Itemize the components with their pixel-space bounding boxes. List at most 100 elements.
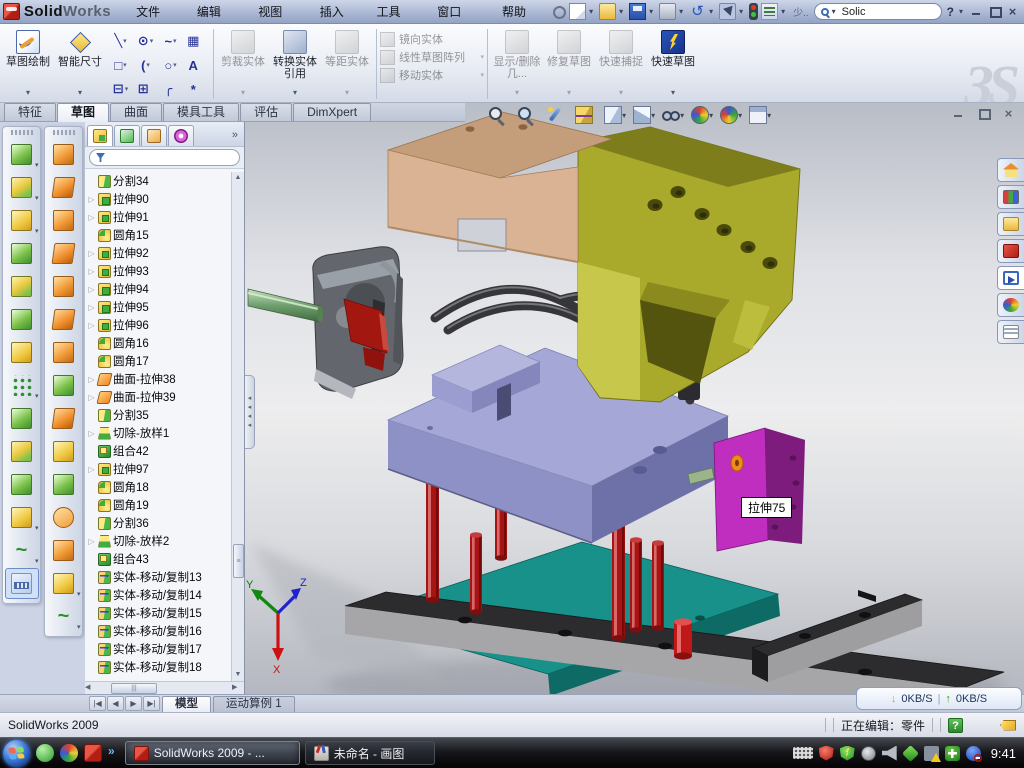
scroll-down-icon[interactable]: ▼ xyxy=(235,669,242,681)
tree-item[interactable]: 实体-移动/复制17 xyxy=(87,640,244,658)
toolbar-grip[interactable] xyxy=(53,130,75,135)
ribbon-button[interactable]: 转换实体引用 ▾ xyxy=(269,27,321,97)
command-tab[interactable]: 模具工具 xyxy=(163,103,239,121)
expand-arrow-icon[interactable] xyxy=(87,195,96,204)
curve-3d-icon[interactable]: ▾ xyxy=(47,601,81,632)
toolbox-icon[interactable] xyxy=(997,239,1024,263)
move-copy-body-icon[interactable]: ▾ xyxy=(5,469,39,500)
model-3d-view[interactable]: X Y Z xyxy=(245,103,1024,694)
messenger-busy-icon[interactable] xyxy=(966,746,981,761)
ribbon-button[interactable]: 智能尺寸 ▾ xyxy=(54,27,106,97)
ribbon-button[interactable]: 修复草图 ▾ xyxy=(543,27,595,97)
menu-item[interactable]: 文件(F) xyxy=(125,0,186,24)
clamp-bracket-olive[interactable] xyxy=(578,127,800,402)
parting-line-icon[interactable]: ▾ xyxy=(47,139,81,170)
expand-arrow-icon[interactable] xyxy=(87,429,96,438)
measure-icon[interactable]: ▾ xyxy=(5,568,39,599)
next-tab-button[interactable]: ▶ xyxy=(125,696,142,711)
menu-item[interactable]: 视图(V) xyxy=(247,0,308,24)
ribbon-row-button[interactable]: 镜向实体 ▾ xyxy=(380,31,484,47)
command-tab[interactable]: 特征 xyxy=(4,103,56,121)
menu-item[interactable]: 编辑(E) xyxy=(186,0,247,24)
scroll-left-icon[interactable]: ◀ xyxy=(85,682,97,694)
replace-face-icon[interactable]: ▾ xyxy=(47,535,81,566)
quick-tips-badge[interactable]: ? xyxy=(948,718,963,733)
search-input[interactable]: Solic xyxy=(842,6,866,18)
menu-item[interactable]: 帮助(H) xyxy=(491,0,553,24)
tree-item[interactable]: 拉伸93 xyxy=(87,262,244,280)
quick-launch-chevron[interactable]: » xyxy=(108,744,115,758)
expand-arrow-icon[interactable] xyxy=(87,303,96,312)
taskbar-task-button[interactable]: 未命名 - 画图 xyxy=(305,741,435,765)
tab-dimxpert-manager[interactable] xyxy=(168,125,194,146)
start-button[interactable] xyxy=(3,740,30,767)
tree-item[interactable]: 拉伸95 xyxy=(87,298,244,316)
draft-icon[interactable]: ▾ xyxy=(5,337,39,368)
tree-filter-box[interactable] xyxy=(89,149,240,166)
expand-arrow-icon[interactable] xyxy=(87,321,96,330)
expand-arrow-icon[interactable] xyxy=(87,375,96,384)
security-shield-icon[interactable] xyxy=(840,746,855,761)
view-orientation-icon[interactable]: ▾ xyxy=(604,106,626,124)
sync-icon[interactable] xyxy=(902,745,919,762)
support-arm-green[interactable] xyxy=(248,289,323,322)
expand-arrow-icon[interactable] xyxy=(87,267,96,276)
search-box[interactable]: ▾ Solic xyxy=(814,3,942,20)
tree-item[interactable]: 分割34 xyxy=(87,172,244,190)
command-tab[interactable]: 评估 xyxy=(240,103,292,121)
app-close-button[interactable]: × xyxy=(1005,5,1020,18)
appearances-icon[interactable] xyxy=(997,293,1024,317)
tree-item[interactable]: 曲面-拉伸38 xyxy=(87,370,244,388)
open-document-icon[interactable] xyxy=(599,3,616,20)
magic-wand-icon[interactable]: ▾ xyxy=(546,106,568,124)
tree-item[interactable]: 实体-移动/复制13 xyxy=(87,568,244,586)
ellipse-icon[interactable]: ○ ▾ xyxy=(158,53,183,77)
tree-item[interactable]: 拉伸94 xyxy=(87,280,244,298)
swept-boss-icon[interactable]: ▾ xyxy=(5,238,39,269)
tree-horizontal-scrollbar[interactable]: ◀ ||| ▶ xyxy=(85,681,244,694)
save-icon[interactable] xyxy=(629,3,646,20)
prev-tab-button[interactable]: ◀ xyxy=(107,696,124,711)
point-icon[interactable]: * ▾ xyxy=(183,77,208,101)
view-palette-icon[interactable] xyxy=(997,266,1024,290)
lofted-boss-icon[interactable]: ▾ xyxy=(5,271,39,302)
command-tab[interactable]: 草图 xyxy=(57,103,109,122)
combine-bodies-icon[interactable]: ▾ xyxy=(5,403,39,434)
display-style-icon[interactable]: ▾ xyxy=(633,106,655,124)
launch-messenger-icon[interactable] xyxy=(36,744,54,762)
doc-restore-button[interactable] xyxy=(976,107,991,120)
line-icon[interactable]: ╲ ▾ xyxy=(108,29,133,53)
tree-item[interactable]: 拉伸92 xyxy=(87,244,244,262)
circle-icon[interactable]: ⊙ ▾ xyxy=(133,29,158,53)
delete-face-icon[interactable]: ▾ xyxy=(47,502,81,533)
rectangle-icon[interactable]: □ ▾ xyxy=(108,53,133,77)
ribbon-row-button[interactable]: 移动实体 ▾ xyxy=(380,67,484,83)
shut-off-surface-icon[interactable]: ▾ xyxy=(47,172,81,203)
point-ref-icon[interactable]: ▾ xyxy=(47,568,81,599)
utility-gear-icon[interactable] xyxy=(861,746,876,761)
select-tool-icon[interactable] xyxy=(719,3,736,20)
expand-arrow-icon[interactable] xyxy=(87,249,96,258)
tag-icon[interactable] xyxy=(1000,720,1016,731)
tree-item[interactable]: 拉伸90 xyxy=(87,190,244,208)
curve-icon[interactable]: ▾ xyxy=(5,535,39,566)
expand-arrow-icon[interactable] xyxy=(87,537,96,546)
tree-item[interactable]: 拉伸97 xyxy=(87,460,244,478)
expand-arrow-icon[interactable] xyxy=(87,393,96,402)
scroll-right-icon[interactable]: ▶ xyxy=(232,682,244,694)
tree-item[interactable]: 实体-移动/复制14 xyxy=(87,586,244,604)
undo-icon[interactable]: ↺ xyxy=(689,3,706,20)
split-body-icon[interactable]: ▾ xyxy=(5,436,39,467)
insert-block-magenta[interactable] xyxy=(714,428,805,551)
last-tab-button[interactable]: ▶| xyxy=(143,696,160,711)
linear-pattern-icon[interactable]: ▾ xyxy=(5,370,39,401)
tree-item[interactable]: 实体-移动/复制18 xyxy=(87,658,244,676)
parting-surface-icon[interactable]: ▾ xyxy=(47,205,81,236)
horizontal-scroll-thumb[interactable]: ||| xyxy=(111,683,157,694)
planar-surface-icon[interactable]: ▾ xyxy=(47,337,81,368)
core-icon[interactable]: ▾ xyxy=(47,271,81,302)
tooling-split-icon[interactable]: ▾ xyxy=(47,238,81,269)
radiate-surface-icon[interactable]: ▾ xyxy=(47,403,81,434)
health-shield-icon[interactable] xyxy=(945,746,960,761)
ruled-surface-icon[interactable]: ▾ xyxy=(47,304,81,335)
